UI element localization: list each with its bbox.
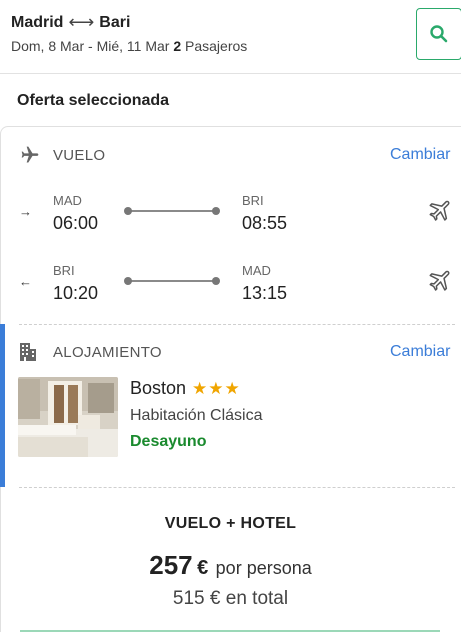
hotel-star-rating: ★★★ (192, 378, 241, 398)
passenger-count: 2 (173, 38, 182, 54)
flight-section-label: VUELO (53, 146, 106, 164)
board-type: Desayuno (130, 433, 207, 450)
path-start-dot (124, 207, 132, 215)
per-person-label: por persona (215, 558, 312, 578)
total-price: 515 € en total (0, 588, 461, 610)
selected-section-accent (0, 324, 5, 487)
arrival-time: 13:15 (242, 283, 288, 303)
trip-details: Dom, 8 Mar - Mié, 11 Mar 2 Pasajeros (11, 38, 247, 54)
price-amount: 257 (149, 550, 193, 580)
origin-city: Madrid (11, 13, 64, 31)
passenger-label: Pasajeros (185, 38, 248, 54)
hotel-name-row: Boston ★★★ (130, 378, 241, 399)
return-arrow-icon: ← (19, 274, 32, 289)
total-label: en total (225, 588, 289, 609)
trip-dates: Dom, 8 Mar - Mié, 11 Mar (11, 38, 170, 54)
airplane-icon (21, 146, 39, 163)
room-type: Habitación Clásica (130, 407, 263, 424)
price-currency: € (197, 557, 209, 579)
selected-offer-title: Oferta seleccionada (17, 92, 170, 109)
flight-path-line (124, 277, 220, 285)
route: Madrid ⟷ Bari (11, 12, 130, 33)
change-hotel-link[interactable]: Cambiar (390, 343, 450, 361)
arrival-time: 08:55 (242, 213, 288, 233)
section-divider (19, 487, 455, 488)
flight-section-header: VUELO (19, 145, 105, 165)
section-divider (19, 324, 455, 325)
path-end-dot (212, 207, 220, 215)
hotel-name[interactable]: Boston (130, 378, 186, 399)
package-title: VUELO + HOTEL (164, 515, 297, 532)
flight-path-line (124, 207, 220, 215)
accommodation-section-header: ALOJAMIENTO (19, 342, 162, 362)
total-amount: 515 (172, 588, 205, 609)
flight-details-plane-icon[interactable] (428, 267, 454, 293)
outbound-arrow-icon: → (19, 204, 32, 219)
path-end-dot (212, 277, 220, 285)
round-trip-arrow-icon: ⟷ (68, 12, 95, 32)
building-icon (20, 343, 36, 361)
change-flight-link[interactable]: Cambiar (390, 146, 450, 164)
departure-airport-code: MAD (53, 193, 82, 208)
destination-city: Bari (99, 13, 131, 31)
flight-details-plane-icon[interactable] (428, 197, 454, 223)
path-start-dot (124, 277, 132, 285)
departure-airport-code: BRI (53, 263, 75, 278)
search-icon (430, 25, 448, 43)
arrival-airport-code: BRI (242, 193, 264, 208)
search-summary-header: Madrid ⟷ Bari Dom, 8 Mar - Mié, 11 Mar 2… (0, 0, 461, 74)
departure-time: 06:00 (53, 213, 99, 233)
price-per-person: 257 € por persona (0, 550, 461, 581)
arrival-airport-code: MAD (242, 263, 271, 278)
flight-leg-return: ← BRI 10:20 MAD 13:15 (0, 255, 461, 315)
departure-time: 10:20 (53, 283, 99, 303)
total-currency: € (209, 588, 221, 609)
accommodation-section-label: ALOJAMIENTO (53, 343, 162, 361)
flight-leg-outbound: → MAD 06:00 BRI 08:55 (0, 185, 461, 245)
search-button[interactable] (416, 8, 461, 60)
hotel-room-photo[interactable] (18, 377, 118, 457)
